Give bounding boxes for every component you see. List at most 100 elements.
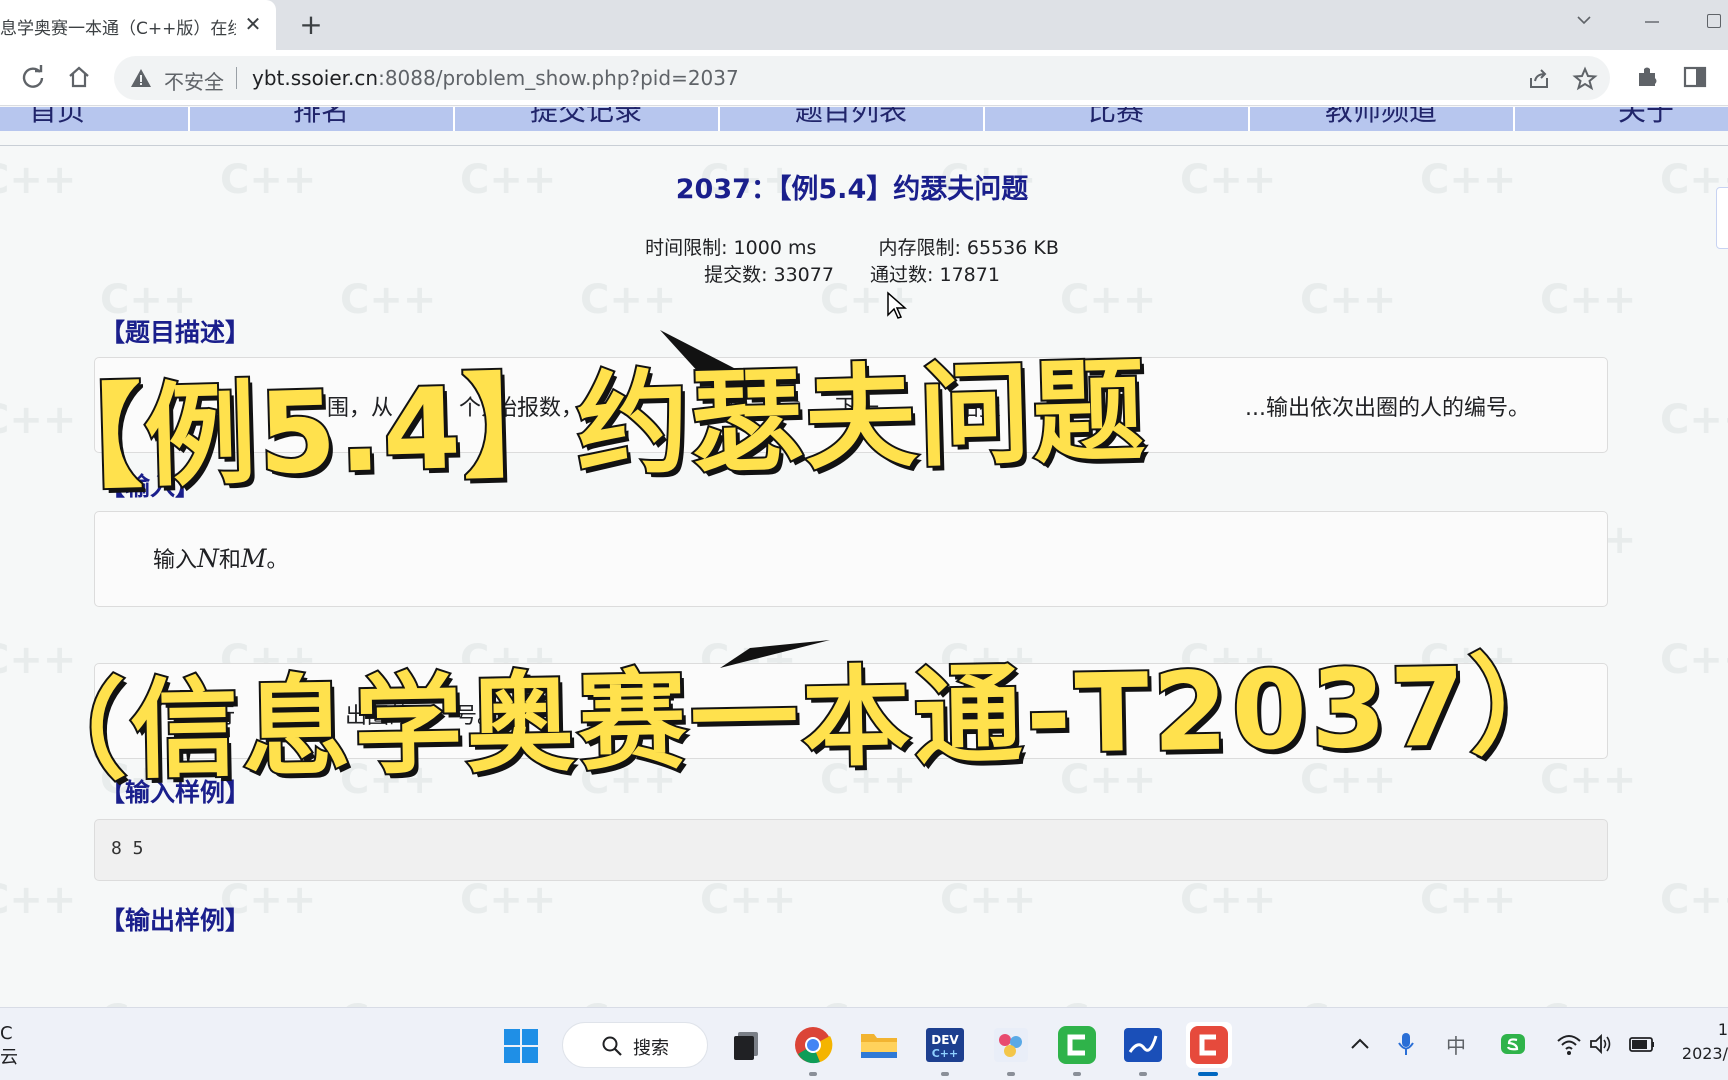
watermark-text: C++ [340, 997, 436, 1007]
task-view-icon[interactable] [726, 1022, 772, 1068]
mouse-cursor-icon [887, 291, 907, 319]
running-indicator [1007, 1072, 1015, 1076]
wifi-icon[interactable] [1556, 1030, 1582, 1058]
search-icon [602, 1036, 622, 1056]
camtasia-icon[interactable] [1054, 1022, 1100, 1068]
nav-about[interactable]: 关于 [1515, 107, 1728, 129]
nav-home[interactable]: 首页 [0, 107, 188, 129]
home-icon[interactable] [64, 62, 94, 92]
divider [0, 145, 1728, 146]
recorder-icon[interactable] [1186, 1022, 1232, 1068]
clock-time: 1 [1717, 1020, 1728, 1039]
watermark-text: C++ [1180, 877, 1277, 923]
accepted-count: 通过数: 17871 [870, 264, 1000, 286]
watermark-text: C++ [1420, 877, 1517, 923]
reload-icon[interactable] [18, 62, 48, 92]
clock-date: 2023/ [1681, 1044, 1728, 1063]
running-indicator [1073, 1072, 1081, 1076]
site-nav: 首页 排名 提交记录 题目列表 比赛 教师频道 关于 [0, 107, 1728, 131]
browser-tab[interactable]: 息学奥赛一本通（C++版）在线 ✕ [0, 0, 276, 50]
weather-widget[interactable]: C 云 [0, 1022, 18, 1070]
overlay-title-line2: （信息学奥赛一本通-T2037） [15, 641, 1584, 797]
input-text-mid: 和 [218, 548, 241, 573]
maximize-icon[interactable] [1707, 14, 1721, 28]
weather-condition: 云 [0, 1047, 18, 1068]
tab-title: 息学奥赛一本通（C++版）在线 [0, 19, 236, 38]
nav-teacher[interactable]: 教师频道 [1250, 107, 1512, 129]
watermark-text: C++ [0, 877, 77, 923]
sogou-input-icon[interactable] [1500, 1030, 1526, 1058]
tab-search-chevron-icon[interactable] [1572, 10, 1596, 34]
svg-text:C++: C++ [932, 1047, 959, 1060]
watermark-text: C++ [1060, 997, 1156, 1007]
address-bar[interactable]: 不安全 ybt.ssoier.cn:8088/problem_show.php?… [114, 56, 1610, 100]
dev-cpp-icon[interactable]: DEVC++ [922, 1022, 968, 1068]
sample-input-value: 8 5 [111, 838, 144, 859]
watermark-text: C++ [100, 997, 196, 1007]
svg-text:DEV: DEV [931, 1033, 959, 1047]
volume-icon[interactable] [1588, 1030, 1612, 1058]
memory-limit: 内存限制: 65536 KB [878, 237, 1059, 259]
side-widget[interactable] [1716, 187, 1728, 249]
watermark-text: C++ [580, 997, 676, 1007]
file-explorer-icon[interactable] [856, 1022, 902, 1068]
system-clock[interactable]: 1 2023/ [1676, 1018, 1728, 1066]
nav-ranking[interactable]: 排名 [190, 107, 452, 129]
running-indicator [809, 1072, 817, 1076]
tab-strip: 息学奥赛一本通（C++版）在线 ✕ + [0, 0, 1728, 50]
divider [236, 67, 237, 89]
whiteboard-icon[interactable] [1120, 1022, 1166, 1068]
input-text-suffix: 。 [266, 548, 289, 573]
watermark-text: C++ [940, 877, 1037, 923]
time-limit: 时间限制: 1000 ms [645, 237, 817, 259]
watermark-text: C++ [820, 997, 916, 1007]
side-panel-icon[interactable] [1680, 62, 1710, 92]
watermark-text: C++ [1660, 637, 1728, 683]
taskbar-search[interactable]: 搜索 [562, 1022, 708, 1068]
input-language[interactable]: 中 [1446, 1030, 1466, 1058]
submission-count: 提交数: 33077 [704, 264, 834, 286]
watermark-text: C++ [1660, 397, 1728, 443]
var-n: N [197, 544, 219, 573]
overlay-title-line1: 【例5.4】约瑟夫问题 [27, 344, 1150, 507]
problem-title: 2037：【例5.4】约瑟夫问题 [675, 174, 1029, 205]
url-text[interactable]: ybt.ssoier.cn:8088/problem_show.php?pid=… [252, 66, 739, 90]
watermark-text: C++ [1300, 997, 1396, 1007]
sample-output-heading: 【输出样例】 [100, 906, 251, 935]
var-m: M [240, 544, 267, 573]
nav-submissions[interactable]: 提交记录 [455, 107, 717, 129]
page-content: C++ C++ C++ C++ C++ C++ C++ C++ C++ C++ C++ C++ C++ C… [0, 107, 1728, 1007]
search-label: 搜索 [633, 1038, 669, 1059]
paint-icon[interactable] [988, 1022, 1034, 1068]
nav-problem-list[interactable]: 题目列表 [720, 107, 982, 129]
warning-icon[interactable] [130, 67, 152, 89]
new-tab-button[interactable]: + [296, 10, 326, 40]
battery-icon[interactable] [1628, 1030, 1656, 1058]
input-text-prefix: 输入 [153, 548, 198, 573]
input-description: 输入N和M。 [153, 542, 289, 574]
weather-temp: C [0, 1023, 13, 1044]
input-box: 输入N和M。 [94, 511, 1608, 607]
extensions-icon[interactable] [1632, 62, 1662, 92]
sample-input-box: 8 5 [94, 819, 1608, 881]
os-taskbar: C 云 搜索 DEV C++ 中 1 2023/ [0, 1007, 1728, 1080]
insecure-label[interactable]: 不安全 [164, 66, 224, 95]
bookmark-star-icon[interactable] [1572, 66, 1598, 92]
close-icon[interactable]: ✕ [240, 11, 266, 37]
browser-toolbar: 不安全 ybt.ssoier.cn:8088/problem_show.php?… [0, 50, 1728, 106]
windows-start-icon[interactable] [503, 1028, 539, 1064]
chrome-icon[interactable] [790, 1022, 836, 1068]
active-indicator [1198, 1072, 1218, 1076]
nav-contest[interactable]: 比赛 [985, 107, 1247, 129]
minimize-icon[interactable] [1643, 12, 1661, 32]
watermark-text: C++ [460, 877, 557, 923]
watermark-text: C++ [700, 877, 797, 923]
microphone-icon[interactable] [1396, 1030, 1416, 1058]
url-host: ybt.ssoier.cn [252, 66, 379, 90]
url-path: :8088/problem_show.php?pid=2037 [378, 66, 739, 90]
watermark-text: C++ [1540, 997, 1636, 1007]
share-icon[interactable] [1526, 66, 1552, 92]
chevron-up-icon[interactable] [1348, 1030, 1372, 1058]
problem-limits: 时间限制: 1000 ms 内存限制: 65536 KB 提交数: 33077 … [0, 235, 1704, 289]
running-indicator [941, 1072, 949, 1076]
